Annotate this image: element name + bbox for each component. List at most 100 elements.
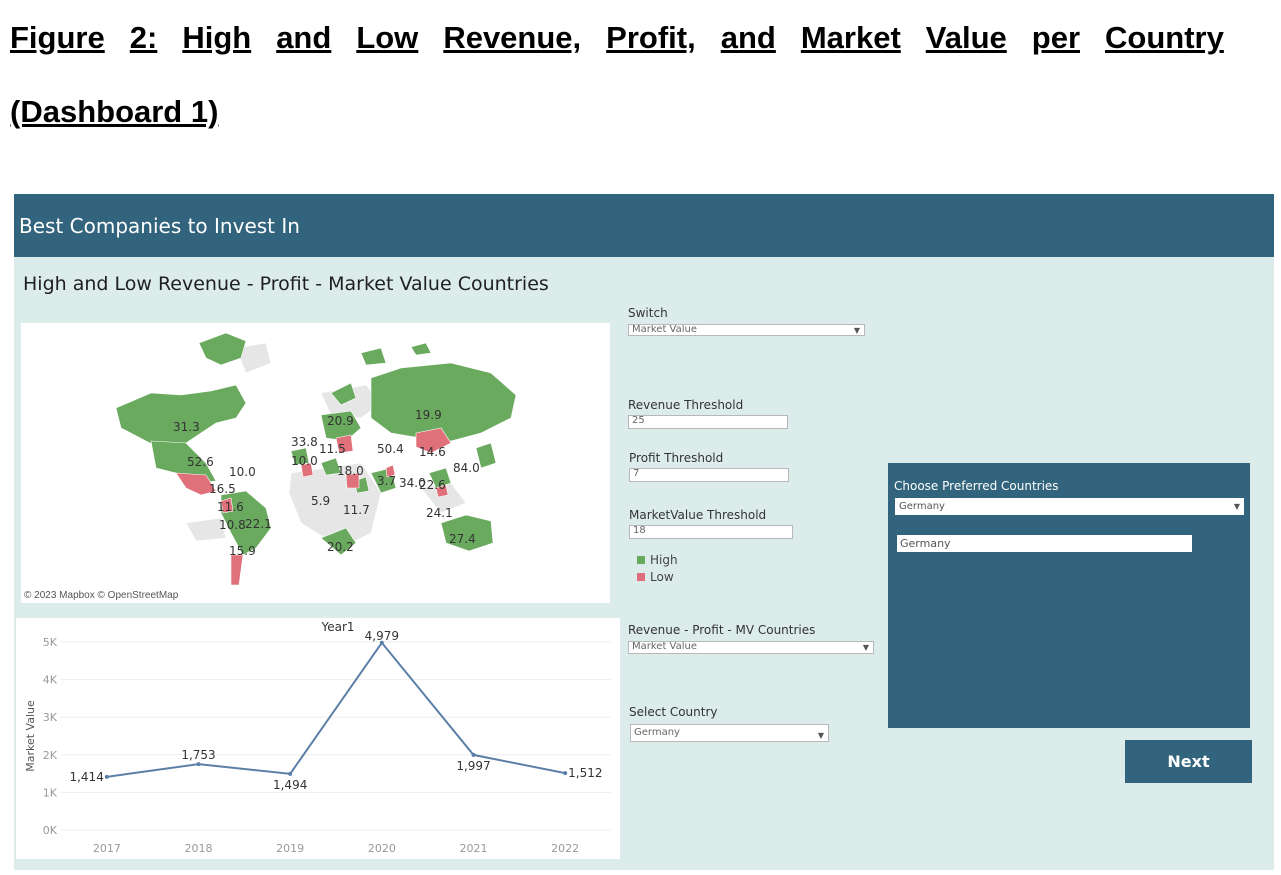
map-value-label: 5.9 bbox=[311, 494, 330, 508]
data-point bbox=[104, 774, 109, 779]
data-label: 1,512 bbox=[568, 766, 602, 780]
chevron-down-icon: ▼ bbox=[853, 326, 860, 335]
preferred-country-input[interactable]: Germany bbox=[897, 535, 1192, 552]
map-value-label: 11.7 bbox=[343, 503, 370, 517]
figure-title-word: Value bbox=[925, 20, 1007, 55]
data-point bbox=[196, 762, 201, 767]
chart-title: Year1 bbox=[320, 620, 354, 634]
switch-dropdown[interactable]: Market Value ▼ bbox=[628, 324, 865, 336]
market-value-chart[interactable]: Year1 0K 1K 2K 3K 4K 5K Market Value 2017 2018 201… bbox=[16, 618, 620, 859]
select-country-dropdown[interactable]: Germany ▼ bbox=[630, 724, 829, 742]
figure-title-word: 2: bbox=[129, 20, 158, 55]
map-value-label: 19.9 bbox=[415, 408, 442, 422]
select-country-value: Germany bbox=[634, 727, 680, 738]
y-tick-label: 3K bbox=[43, 711, 58, 724]
x-tick-label: 2022 bbox=[551, 842, 579, 855]
dashboard: Best Companies to Invest In High and Low… bbox=[14, 194, 1274, 870]
map-value-label: 84.0 bbox=[453, 461, 480, 475]
data-point bbox=[288, 771, 293, 776]
preferred-countries-value: Germany bbox=[899, 501, 945, 512]
profit-threshold-label: Profit Threshold bbox=[629, 451, 724, 465]
map-value-label: 3.7 bbox=[377, 474, 396, 488]
legend-low: Low bbox=[637, 570, 674, 584]
dashboard-header: Best Companies to Invest In bbox=[14, 194, 1274, 257]
dashboard-title: Best Companies to Invest In bbox=[19, 214, 300, 238]
map-attribution: © 2023 Mapbox © OpenStreetMap bbox=[24, 590, 179, 601]
figure-title-word: High bbox=[182, 20, 252, 55]
figure-title-word: Profit, bbox=[606, 20, 696, 55]
figure-title-line-1: Figure 2: High and Low Revenue, Profit, and Mark… bbox=[10, 20, 1224, 56]
section-title: High and Low Revenue - Profit - Market V… bbox=[23, 273, 549, 295]
figure-title-word: per bbox=[1031, 20, 1081, 55]
line-chart-svg[interactable]: Year1 0K 1K 2K 3K 4K 5K Market Value 2017 2018 201… bbox=[16, 618, 620, 859]
figure-title-word: Revenue, bbox=[443, 20, 582, 55]
map-value-label: 22.6 bbox=[419, 478, 446, 492]
figure-title-word: Figure bbox=[10, 20, 105, 55]
select-country-label: Select Country bbox=[629, 705, 718, 719]
map-value-label: 15.9 bbox=[229, 544, 256, 558]
preferred-countries-title: Choose Preferred Countries bbox=[894, 479, 1059, 493]
legend-low-swatch bbox=[637, 573, 645, 581]
marketvalue-threshold-label: MarketValue Threshold bbox=[629, 508, 767, 522]
y-tick-label: 1K bbox=[43, 786, 58, 799]
map-value-label: 14.6 bbox=[419, 445, 446, 459]
x-tick-label: 2020 bbox=[368, 842, 396, 855]
switch-value: Market Value bbox=[632, 324, 698, 335]
y-tick-label: 0K bbox=[43, 824, 58, 837]
revenue-threshold-label: Revenue Threshold bbox=[628, 398, 744, 412]
figure-title-line-2: (Dashboard 1) bbox=[10, 94, 219, 129]
map-value-label: 31.3 bbox=[173, 420, 200, 434]
y-tick-label: 4K bbox=[43, 674, 58, 687]
y-axis-label: Market Value bbox=[24, 700, 37, 772]
world-map-svg[interactable]: 31.3 52.6 10.0 16.5 11.6 10.8 22.1 15.9 33.8 10.0… bbox=[21, 323, 610, 603]
map-value-label: 18.0 bbox=[337, 464, 364, 478]
data-label: 4,979 bbox=[365, 629, 399, 643]
data-label: 1,414 bbox=[69, 770, 103, 784]
map-value-label: 22.1 bbox=[245, 517, 272, 531]
data-point bbox=[563, 771, 568, 776]
map-value-label: 11.6 bbox=[217, 500, 244, 514]
preferred-countries-panel: Choose Preferred Countries Germany ▼ Ger… bbox=[888, 463, 1250, 728]
profit-threshold-input[interactable]: 7 bbox=[629, 468, 789, 482]
data-label: 1,494 bbox=[273, 778, 307, 792]
y-tick-label: 5K bbox=[43, 636, 58, 649]
map-value-label: 10.0 bbox=[291, 454, 318, 468]
map-value-label: 16.5 bbox=[209, 482, 236, 496]
map-value-label: 24.1 bbox=[426, 506, 453, 520]
x-tick-label: 2019 bbox=[276, 842, 304, 855]
figure-title-word: Country bbox=[1105, 20, 1224, 55]
map-value-label: 11.5 bbox=[319, 442, 346, 456]
legend-high: High bbox=[637, 553, 678, 567]
chevron-down-icon: ▼ bbox=[817, 731, 824, 740]
figure-title-word: and bbox=[720, 20, 776, 55]
rpm-countries-dropdown[interactable]: Market Value ▼ bbox=[628, 641, 874, 654]
legend-high-swatch bbox=[637, 556, 645, 564]
switch-label: Switch bbox=[628, 306, 668, 320]
map-value-label: 10.8 bbox=[219, 518, 246, 532]
map-value-label: 33.8 bbox=[291, 435, 318, 449]
legend-high-label: High bbox=[650, 553, 678, 567]
figure-title-word: Low bbox=[356, 20, 419, 55]
map-value-label: 50.4 bbox=[377, 442, 404, 456]
data-label: 1,997 bbox=[456, 759, 490, 773]
world-map[interactable]: 31.3 52.6 10.0 16.5 11.6 10.8 22.1 15.9 33.8 10.0… bbox=[21, 323, 610, 603]
series-line bbox=[106, 641, 566, 778]
map-value-label: 20.9 bbox=[327, 414, 354, 428]
data-point bbox=[471, 752, 476, 757]
map-value-label: 10.0 bbox=[229, 465, 256, 479]
legend-low-label: Low bbox=[650, 570, 674, 584]
marketvalue-threshold-input[interactable]: 18 bbox=[629, 525, 793, 539]
figure-title-word: and bbox=[276, 20, 332, 55]
x-tick-label: 2018 bbox=[185, 842, 213, 855]
rpm-countries-label: Revenue - Profit - MV Countries bbox=[628, 623, 816, 637]
figure-title-word: Market bbox=[800, 20, 901, 55]
x-tick-label: 2017 bbox=[93, 842, 121, 855]
preferred-countries-dropdown[interactable]: Germany ▼ bbox=[895, 498, 1244, 515]
map-value-label: 52.6 bbox=[187, 455, 214, 469]
x-tick-label: 2021 bbox=[460, 842, 488, 855]
rpm-countries-value: Market Value bbox=[632, 641, 698, 652]
next-button[interactable]: Next bbox=[1125, 740, 1252, 783]
chevron-down-icon: ▼ bbox=[1233, 502, 1240, 511]
revenue-threshold-input[interactable]: 25 bbox=[628, 415, 788, 429]
map-value-label: 27.4 bbox=[449, 532, 476, 546]
